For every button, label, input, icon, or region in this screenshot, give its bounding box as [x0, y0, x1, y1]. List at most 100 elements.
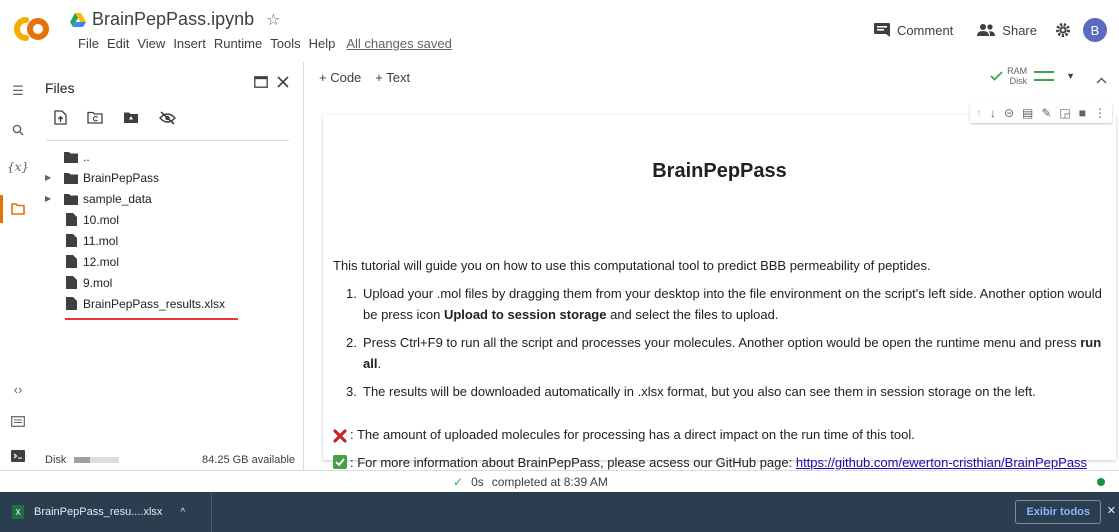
comment-icon[interactable]: ▤	[1022, 106, 1033, 120]
arrow-down-icon[interactable]: ↓	[990, 106, 996, 120]
tree-row-12-mol[interactable]: 12.mol	[36, 251, 303, 272]
caret-right-icon[interactable]: ▶	[45, 173, 51, 182]
menu-insert[interactable]: Insert	[173, 36, 206, 51]
upload-file-icon[interactable]	[54, 110, 67, 125]
people-icon	[977, 24, 996, 36]
chevron-up-icon[interactable]: ^	[180, 507, 185, 518]
resource-bars	[1034, 71, 1055, 81]
terminal-icon[interactable]	[9, 447, 27, 465]
menu-view[interactable]: View	[137, 36, 165, 51]
menu-runtime[interactable]: Runtime	[214, 36, 262, 51]
caret-right-icon[interactable]: ▶	[45, 194, 51, 203]
command-palette-icon[interactable]	[9, 412, 27, 430]
tree-label: 12.mol	[83, 254, 120, 269]
folder-icon	[64, 193, 78, 205]
warning-note: : The amount of uploaded molecules for p…	[333, 427, 915, 443]
tree-row-10-mol[interactable]: 10.mol	[36, 209, 303, 230]
checkmark-icon	[990, 71, 1003, 81]
gear-icon[interactable]	[1055, 22, 1071, 38]
excel-file-icon: X	[12, 505, 24, 519]
tree-label: BrainPepPass_results.xlsx	[83, 296, 226, 311]
text-cell[interactable]: ↑ ↓ ⊝ ▤ ✎ ◲ ■ ⋮ BrainPepPass This tutori…	[323, 103, 1116, 470]
highlight-underline	[65, 318, 238, 320]
comment-button[interactable]: Comment	[868, 19, 959, 42]
tree-row-parent[interactable]: ..	[36, 146, 303, 167]
mirror-cell-icon[interactable]: ◲	[1059, 106, 1070, 120]
variables-icon[interactable]: {x}	[7, 158, 29, 176]
completed-time: completed at 8:39 AM	[491, 475, 608, 489]
file-tree: .. ▶ BrainPepPass ▶ sample_data 10.mol 1…	[36, 146, 303, 314]
download-file-name: BrainPepPass_resu....xlsx	[34, 506, 163, 518]
tree-row-sample-data[interactable]: ▶ sample_data	[36, 188, 303, 209]
notebook-title[interactable]: BrainPepPass.ipynb	[92, 9, 254, 30]
tree-label: BrainPepPass	[83, 170, 160, 185]
arrow-up-icon[interactable]: ↑	[976, 106, 982, 120]
step-number: 3.	[346, 384, 357, 399]
cell-toolbar: ↑ ↓ ⊝ ▤ ✎ ◲ ■ ⋮	[969, 103, 1112, 123]
folder-icon[interactable]	[9, 200, 27, 218]
more-vert-icon[interactable]: ⋮	[1094, 106, 1106, 120]
menu-bar: File Edit View Insert Runtime Tools Help…	[78, 36, 460, 51]
colab-logo[interactable]	[12, 14, 50, 44]
tree-label: 10.mol	[83, 212, 120, 227]
tree-row-11-mol[interactable]: 11.mol	[36, 230, 303, 251]
ram-label: RAM	[1007, 66, 1028, 76]
save-status[interactable]: All changes saved	[346, 36, 452, 51]
search-icon[interactable]	[9, 121, 27, 139]
header-actions: Comment Share B	[868, 18, 1107, 42]
chevron-down-icon[interactable]: ▼	[1066, 71, 1075, 81]
connection-status-dot	[1097, 478, 1105, 486]
left-rail: ☰ {x} ‹›	[0, 62, 36, 470]
tree-row-brainpeppass[interactable]: ▶ BrainPepPass	[36, 167, 303, 188]
close-icon[interactable]: ✕	[1107, 504, 1116, 517]
open-in-tab-icon[interactable]	[254, 76, 268, 88]
add-text-button[interactable]: + Text	[375, 70, 410, 85]
execution-status[interactable]: ✓ 0s completed at 8:39 AM	[453, 475, 608, 489]
step-text: .	[377, 356, 382, 371]
tree-row-results-xlsx[interactable]: BrainPepPass_results.xlsx	[36, 293, 303, 314]
trash-icon[interactable]: ■	[1079, 106, 1086, 120]
step-text: Press Ctrl+F9 to run all the script and …	[363, 335, 1081, 350]
avatar[interactable]: B	[1083, 18, 1107, 42]
hide-eye-icon[interactable]	[159, 110, 176, 125]
chevron-up-icon[interactable]	[1096, 71, 1107, 87]
share-label: Share	[1002, 22, 1037, 38]
code-snippets-icon[interactable]: ‹›	[9, 380, 27, 398]
notebook-main: + Code + Text RAM Disk ▼ ↑ ↓ ⊝ ▤ ✎ ◲ ■ ⋮…	[305, 62, 1119, 470]
file-icon	[66, 276, 77, 289]
tree-label: 11.mol	[83, 233, 119, 248]
step-number: 1.	[346, 286, 357, 301]
menu-file[interactable]: File	[78, 36, 99, 51]
github-link[interactable]: https://github.com/ewerton-cristhian/Bra…	[796, 455, 1087, 470]
menu-help[interactable]: Help	[309, 36, 336, 51]
refresh-folder-icon[interactable]	[87, 111, 103, 124]
download-bar: X BrainPepPass_resu....xlsx ^ Exibir tod…	[0, 492, 1119, 532]
star-icon[interactable]: ☆	[266, 10, 280, 30]
file-icon	[66, 234, 77, 247]
comment-label: Comment	[896, 22, 954, 38]
disk-label: Disk	[45, 454, 67, 466]
menu-edit[interactable]: Edit	[107, 36, 129, 51]
file-icon	[66, 297, 77, 310]
show-all-button[interactable]: Exibir todos	[1015, 500, 1101, 524]
tree-row-9-mol[interactable]: 9.mol	[36, 272, 303, 293]
close-icon[interactable]	[277, 76, 289, 88]
menu-tools[interactable]: Tools	[270, 36, 300, 51]
pencil-icon[interactable]: ✎	[1041, 106, 1051, 120]
files-panel-title: Files	[45, 80, 75, 96]
disk-available: 84.25 GB available	[202, 454, 295, 466]
files-panel: Files .. ▶ BrainPepPass ▶ sample_data 10…	[36, 62, 304, 470]
link-icon[interactable]: ⊝	[1004, 106, 1014, 120]
resource-monitor[interactable]: RAM Disk ▼	[990, 66, 1075, 86]
download-item[interactable]: X BrainPepPass_resu....xlsx ^	[12, 492, 212, 532]
cell-heading: BrainPepPass	[652, 160, 787, 182]
files-panel-actions	[254, 76, 289, 88]
file-icon	[66, 213, 77, 226]
tree-label: sample_data	[83, 191, 152, 206]
share-button[interactable]: Share	[971, 19, 1043, 42]
add-code-button[interactable]: + Code	[319, 70, 361, 85]
disk-label: Disk	[1009, 76, 1028, 86]
menu-lines-icon[interactable]: ☰	[9, 82, 27, 100]
mount-drive-icon[interactable]	[123, 111, 139, 124]
disk-usage-fill	[74, 457, 91, 463]
